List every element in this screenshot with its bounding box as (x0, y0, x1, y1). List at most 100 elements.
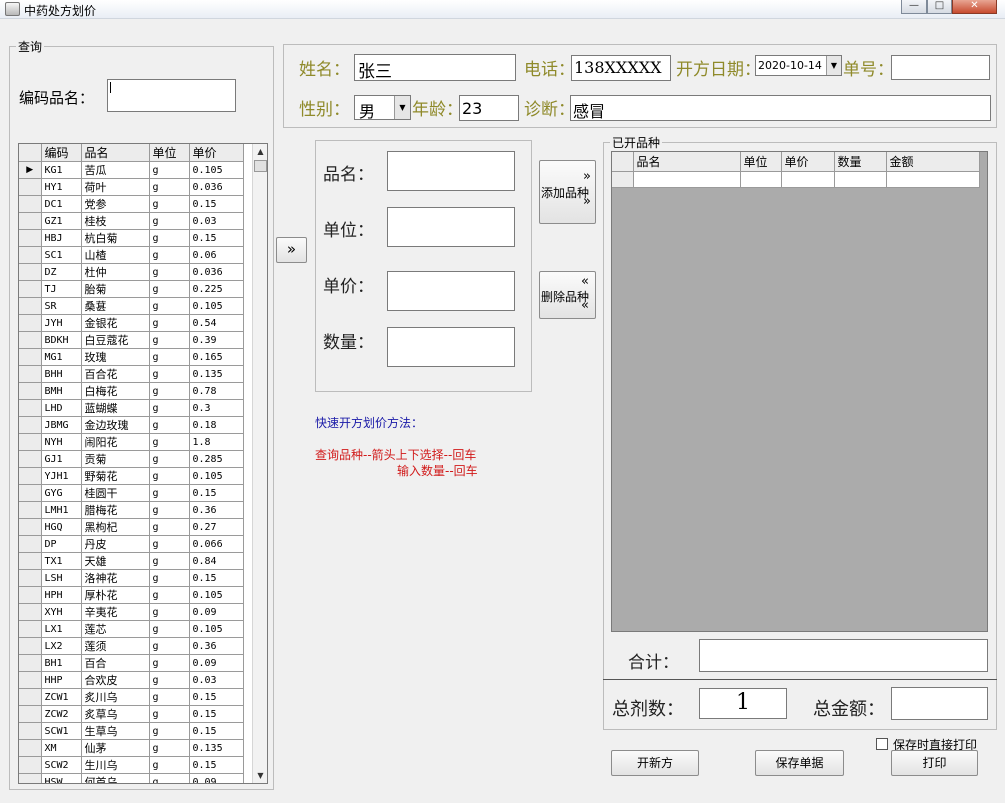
row-selector[interactable] (19, 416, 42, 434)
item-name-input[interactable] (387, 151, 515, 191)
cell-name[interactable]: 山楂 (81, 246, 150, 264)
cell-code[interactable]: GZ1 (41, 212, 82, 230)
column-header-name[interactable]: 品名 (81, 144, 150, 162)
selected-new-row[interactable] (612, 171, 980, 188)
cell-name[interactable]: 贡菊 (81, 450, 150, 468)
cell-name[interactable]: 莲芯 (81, 620, 150, 638)
row-selector[interactable] (19, 756, 42, 774)
cell-name[interactable]: 炙草乌 (81, 705, 150, 723)
cell-unit[interactable]: g (149, 484, 190, 502)
order-number-input[interactable] (891, 55, 990, 80)
cell-price[interactable]: 0.15 (189, 705, 244, 723)
row-selector[interactable] (19, 280, 42, 298)
print-direct-checkbox[interactable] (876, 738, 888, 750)
cell-price[interactable]: 0.06 (189, 246, 244, 264)
cell-unit[interactable]: g (149, 263, 190, 281)
cell-name[interactable]: 厚朴花 (81, 586, 150, 604)
row-selector[interactable] (19, 212, 42, 230)
row-selector[interactable] (19, 467, 42, 485)
cell-name[interactable]: 荷叶 (81, 178, 150, 196)
selected-cell[interactable] (886, 171, 980, 188)
cell-unit[interactable]: g (149, 518, 190, 536)
cell-code[interactable]: DZ (41, 263, 82, 281)
table-row[interactable]: BH1 百合 g 0.09 (19, 654, 244, 672)
selected-items-grid[interactable]: 品名 单位 单价 数量 金额 (611, 151, 988, 632)
cell-unit[interactable]: g (149, 399, 190, 417)
row-selector[interactable] (19, 263, 42, 281)
table-row[interactable]: ▶ KG1 苦瓜 g 0.105 (19, 161, 244, 179)
scroll-thumb[interactable] (254, 160, 267, 172)
cell-code[interactable]: DC1 (41, 195, 82, 213)
cell-name[interactable]: 党参 (81, 195, 150, 213)
cell-price[interactable]: 0.105 (189, 586, 244, 604)
cell-unit[interactable]: g (149, 773, 190, 783)
cell-price[interactable]: 0.03 (189, 671, 244, 689)
table-row[interactable]: DP 丹皮 g 0.066 (19, 535, 244, 553)
row-selector[interactable] (19, 569, 42, 587)
table-row[interactable]: HPH 厚朴花 g 0.105 (19, 586, 244, 604)
cell-code[interactable]: HY1 (41, 178, 82, 196)
cell-price[interactable]: 0.225 (189, 280, 244, 298)
row-selector[interactable] (19, 637, 42, 655)
transfer-button[interactable]: » (276, 237, 307, 263)
row-selector[interactable] (19, 348, 42, 366)
cell-unit[interactable]: g (149, 603, 190, 621)
cell-price[interactable]: 0.15 (189, 484, 244, 502)
current-row-pointer-icon[interactable]: ▶ (19, 161, 42, 179)
cell-code[interactable]: BMH (41, 382, 82, 400)
cell-unit[interactable]: g (149, 637, 190, 655)
scroll-down-icon[interactable]: ▼ (253, 768, 267, 783)
selected-cell[interactable] (781, 171, 835, 188)
cell-price[interactable]: 0.15 (189, 756, 244, 774)
row-selector[interactable] (19, 671, 42, 689)
cell-unit[interactable]: g (149, 586, 190, 604)
cell-code[interactable]: BDKH (41, 331, 82, 349)
patient-name-input[interactable]: 张三 (354, 54, 516, 82)
row-selector[interactable] (19, 365, 42, 383)
cell-unit[interactable]: g (149, 246, 190, 264)
selected-row-selector[interactable] (612, 171, 634, 188)
scroll-up-icon[interactable]: ▲ (253, 144, 267, 159)
cell-code[interactable]: LX1 (41, 620, 82, 638)
row-selector[interactable] (19, 433, 42, 451)
date-picker[interactable]: 2020-10-14 ▼ (755, 55, 842, 76)
cell-name[interactable]: 合欢皮 (81, 671, 150, 689)
cell-price[interactable]: 0.09 (189, 773, 244, 783)
cell-name[interactable]: 白豆蔻花 (81, 331, 150, 349)
new-prescription-button[interactable]: 开新方 (611, 750, 699, 776)
cell-code[interactable]: YJH1 (41, 467, 82, 485)
row-selector[interactable] (19, 501, 42, 519)
cell-code[interactable]: TJ (41, 280, 82, 298)
table-row[interactable]: LHD 蓝蝴蝶 g 0.3 (19, 399, 244, 417)
cell-name[interactable]: 生川乌 (81, 756, 150, 774)
item-unit-input[interactable] (387, 207, 515, 247)
cell-price[interactable]: 0.36 (189, 501, 244, 519)
search-input[interactable] (107, 79, 236, 112)
column-header-code[interactable]: 编码 (41, 144, 82, 162)
cell-name[interactable]: 腊梅花 (81, 501, 150, 519)
table-row[interactable]: BMH 白梅花 g 0.78 (19, 382, 244, 400)
cell-code[interactable]: KG1 (41, 161, 82, 179)
cell-code[interactable]: LX2 (41, 637, 82, 655)
column-header-unit[interactable]: 单位 (149, 144, 190, 162)
cell-unit[interactable]: g (149, 552, 190, 570)
cell-price[interactable]: 0.066 (189, 535, 244, 553)
table-row[interactable]: LSH 洛神花 g 0.15 (19, 569, 244, 587)
cell-price[interactable]: 0.15 (189, 569, 244, 587)
row-selector[interactable] (19, 229, 42, 247)
cell-code[interactable]: DP (41, 535, 82, 553)
cell-code[interactable]: XYH (41, 603, 82, 621)
cell-name[interactable]: 辛夷花 (81, 603, 150, 621)
cell-code[interactable]: GJ1 (41, 450, 82, 468)
cell-unit[interactable]: g (149, 671, 190, 689)
cell-price[interactable]: 0.84 (189, 552, 244, 570)
cell-unit[interactable]: g (149, 467, 190, 485)
gender-dropdown-icon[interactable]: ▼ (394, 96, 410, 119)
cell-unit[interactable]: g (149, 212, 190, 230)
cell-name[interactable]: 丹皮 (81, 535, 150, 553)
minimize-button[interactable]: — (901, 0, 927, 14)
table-row[interactable]: TJ 胎菊 g 0.225 (19, 280, 244, 298)
cell-name[interactable]: 金边玫瑰 (81, 416, 150, 434)
table-row[interactable]: SR 桑葚 g 0.105 (19, 297, 244, 315)
save-button[interactable]: 保存单据 (755, 750, 844, 776)
